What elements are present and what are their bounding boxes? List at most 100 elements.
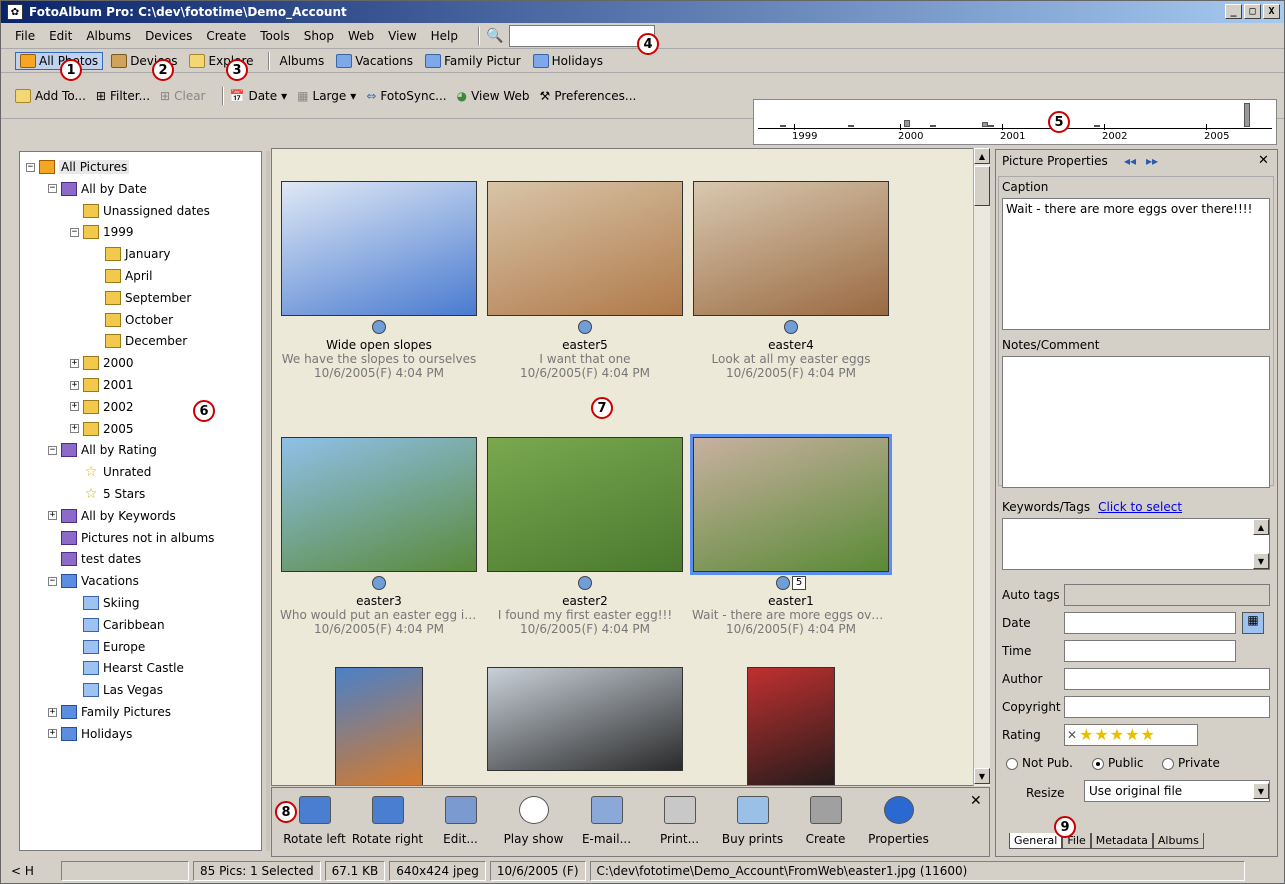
expand-icon[interactable]: + — [48, 511, 57, 521]
status-nav[interactable]: < H — [5, 861, 57, 881]
photo-image[interactable] — [487, 181, 683, 316]
tree-item-all-by-keywords[interactable]: + All by Keywords — [48, 506, 176, 526]
preferences-button[interactable]: ⚒ Preferences... — [540, 89, 637, 103]
photo-image[interactable] — [487, 437, 683, 572]
radio-private[interactable]: Private — [1162, 756, 1220, 770]
calendar-icon[interactable]: ▦ — [1242, 612, 1264, 634]
tree-item-caribbean[interactable]: Caribbean — [70, 615, 165, 635]
tree-item-not-in-albums[interactable]: Pictures not in albums — [48, 528, 214, 548]
expand-icon[interactable]: + — [70, 402, 79, 412]
photo-thumbnail[interactable] — [692, 667, 890, 785]
thumb-size-dropdown[interactable]: ▦ Large ▾ — [297, 89, 356, 103]
expand-icon[interactable]: + — [70, 424, 79, 434]
tab-metadata[interactable]: Metadata — [1090, 833, 1153, 849]
rating-stars[interactable]: ★ ★ ★ ★ ★ — [1079, 727, 1155, 743]
collapse-icon[interactable]: − — [48, 184, 57, 194]
properties-button[interactable]: Properties — [862, 788, 935, 846]
photo-image[interactable] — [690, 434, 892, 575]
tree-item-unassigned-dates[interactable]: Unassigned dates — [70, 201, 210, 221]
sort-date-dropdown[interactable]: 📅 Date ▾ — [230, 89, 288, 103]
tree-item-las-vegas[interactable]: Las Vegas — [70, 680, 163, 700]
photo-thumbnail[interactable]: easter3 Who would put an easter egg in ..… — [280, 437, 478, 636]
tab-albums[interactable]: Albums — [1152, 833, 1204, 849]
grid-scrollbar[interactable]: ▲ ▼ — [973, 148, 990, 786]
date-field[interactable] — [1064, 612, 1236, 634]
menu-view[interactable]: View — [388, 29, 416, 43]
rotate-right-button[interactable]: Rotate right — [351, 788, 424, 846]
create-button[interactable]: Create — [789, 788, 862, 846]
album-tab-vacations[interactable]: Vacations — [332, 53, 417, 69]
expand-icon[interactable]: + — [48, 707, 57, 717]
menu-help[interactable]: Help — [431, 29, 458, 43]
tree-item-1999[interactable]: − 1999 — [70, 222, 134, 242]
keywords-field[interactable]: ▲ ▼ — [1002, 518, 1270, 570]
fotosync-button[interactable]: ⇔ FotoSync... — [366, 89, 446, 103]
maximize-button[interactable]: □ — [1244, 4, 1261, 19]
scroll-down-button[interactable]: ▼ — [974, 768, 990, 784]
email-button[interactable]: E-mail... — [570, 788, 643, 846]
view-web-button[interactable]: ◕ View Web — [457, 89, 530, 103]
tab-general[interactable]: General — [1009, 833, 1063, 849]
keywords-scroll-up[interactable]: ▲ — [1253, 519, 1269, 535]
tree-item-2005[interactable]: +2005 — [70, 419, 134, 439]
time-field[interactable] — [1064, 640, 1236, 662]
tree-item-vacations[interactable]: − Vacations — [48, 571, 139, 591]
tree-item-2002[interactable]: +2002 — [70, 397, 134, 417]
notes-field[interactable] — [1002, 356, 1270, 488]
collapse-icon[interactable]: − — [26, 162, 35, 172]
photo-image[interactable] — [693, 181, 889, 316]
all-photos-button[interactable]: All Photos — [15, 51, 104, 70]
tree-item-april[interactable]: April — [92, 266, 152, 286]
menu-devices[interactable]: Devices — [145, 29, 192, 43]
chevron-down-icon[interactable]: ▼ — [1253, 783, 1269, 799]
menu-file[interactable]: File — [15, 29, 35, 43]
tree-item-september[interactable]: September — [92, 288, 191, 308]
tree-item-all-by-date[interactable]: − All by Date — [48, 179, 147, 199]
filter-button[interactable]: ⊞ Filter... — [96, 89, 150, 103]
tree-item-december[interactable]: December — [92, 331, 187, 351]
photo-thumbnail[interactable]: Wide open slopes We have the slopes to ou… — [280, 181, 478, 380]
albums-button[interactable]: Albums — [276, 53, 329, 69]
star-icon[interactable]: ★ — [1125, 727, 1139, 743]
tree-item-2001[interactable]: +2001 — [70, 375, 134, 395]
menu-albums[interactable]: Albums — [86, 29, 131, 43]
author-field[interactable] — [1064, 668, 1270, 690]
tree-item-october[interactable]: October — [92, 310, 173, 330]
close-button[interactable]: X — [1263, 4, 1280, 19]
tree-item-skiing[interactable]: Skiing — [70, 593, 139, 613]
radio-public[interactable]: Public — [1092, 756, 1144, 770]
tree-item-all-pictures[interactable]: − All Pictures — [26, 157, 130, 177]
rating-control[interactable]: ✕ ★ ★ ★ ★ ★ — [1064, 724, 1198, 746]
menu-create[interactable]: Create — [206, 29, 246, 43]
tree-item-unrated[interactable]: ☆ Unrated — [70, 462, 152, 482]
tree-item-2000[interactable]: +2000 — [70, 353, 134, 373]
tree-item-holidays[interactable]: + Holidays — [48, 724, 132, 744]
collapse-icon[interactable]: − — [48, 576, 57, 586]
previous-icon[interactable]: ◂◂ — [1124, 154, 1136, 168]
star-icon[interactable]: ★ — [1110, 727, 1124, 743]
photo-image[interactable] — [747, 667, 835, 785]
menu-edit[interactable]: Edit — [49, 29, 72, 43]
copyright-field[interactable] — [1064, 696, 1270, 718]
photo-thumbnail[interactable]: easter5 I want that one 10/6/2005(F) 4:04 … — [486, 181, 684, 380]
clear-button[interactable]: ⊞ Clear — [160, 89, 205, 103]
search-icon[interactable]: 🔍 — [486, 28, 503, 44]
keywords-select-link[interactable]: Click to select — [1098, 500, 1182, 514]
tree-item-europe[interactable]: Europe — [70, 637, 145, 657]
scroll-up-button[interactable]: ▲ — [974, 148, 990, 164]
add-to-button[interactable]: Add To... — [15, 88, 86, 103]
menu-web[interactable]: Web — [348, 29, 374, 43]
clear-rating-icon[interactable]: ✕ — [1067, 728, 1077, 742]
photo-thumbnail[interactable] — [486, 667, 684, 771]
next-icon[interactable]: ▸▸ — [1146, 154, 1158, 168]
photo-image[interactable] — [281, 437, 477, 572]
tree-item-hearst-castle[interactable]: Hearst Castle — [70, 658, 184, 678]
photo-thumbnail[interactable] — [280, 667, 478, 785]
keywords-scroll-down[interactable]: ▼ — [1253, 553, 1269, 569]
menu-tools[interactable]: Tools — [260, 29, 290, 43]
tree-item-january[interactable]: January — [92, 244, 171, 264]
photo-thumbnail[interactable]: 5 easter1 Wait - there are more eggs over … — [690, 434, 892, 636]
buy-prints-button[interactable]: Buy prints — [716, 788, 789, 846]
edit-button[interactable]: Edit... — [424, 788, 497, 846]
minimize-button[interactable]: _ — [1225, 4, 1242, 19]
